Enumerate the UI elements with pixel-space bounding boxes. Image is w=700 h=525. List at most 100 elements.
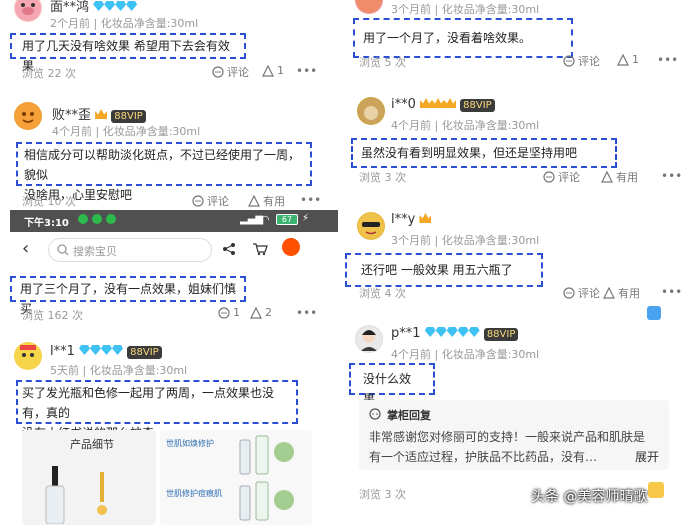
comment-button[interactable]: 评论 bbox=[563, 53, 600, 69]
review-meta: 3个月前 | 化妆品净含量:30ml bbox=[391, 234, 540, 247]
back-arrow-icon[interactable]: ‹ bbox=[22, 238, 29, 259]
app-top-bar: ‹ 搜索宝贝 bbox=[10, 232, 338, 268]
useful-label: 有用 bbox=[263, 195, 285, 208]
comment-button[interactable]: 评论 bbox=[212, 64, 249, 80]
cartoon-avatar-icon bbox=[358, 213, 384, 239]
vip-badge: 88VIP bbox=[111, 110, 146, 123]
product-bottles-icon bbox=[239, 435, 294, 521]
avatar[interactable] bbox=[14, 102, 42, 130]
comment-icon bbox=[192, 195, 204, 207]
like-button[interactable]: 2 bbox=[250, 306, 272, 319]
avatar[interactable] bbox=[14, 0, 42, 22]
comment-label: 评论 bbox=[578, 55, 600, 68]
review-meta: 4个月前 | 化妆品净含量:30ml bbox=[391, 348, 540, 361]
review-meta: 2个月前 | 化妆品净含量:30ml bbox=[50, 17, 199, 30]
crown-icon bbox=[419, 212, 432, 227]
expand-button[interactable]: 展开 bbox=[635, 448, 659, 465]
comment-count: 1 bbox=[233, 306, 240, 319]
comment-icon bbox=[543, 171, 555, 183]
review-meta: 4个月前 | 化妆品净含量:30ml bbox=[391, 119, 540, 132]
view-count: 浏览 3 次 bbox=[359, 171, 406, 184]
more-icon[interactable]: ••• bbox=[657, 53, 678, 67]
comment-label: 评论 bbox=[558, 171, 580, 184]
battery-icon: 67 bbox=[276, 214, 298, 225]
face-avatar-icon bbox=[15, 103, 41, 129]
product-caption: 产品细节 bbox=[70, 438, 114, 451]
comment-label: 评论 bbox=[207, 195, 229, 208]
review-text: 用了一个月了，没看着啥效果。 bbox=[363, 31, 532, 45]
share-icon[interactable] bbox=[222, 242, 236, 256]
search-bar[interactable]: 搜索宝贝 bbox=[48, 238, 212, 262]
triangle-like-icon bbox=[248, 195, 260, 207]
product-detail-image[interactable]: 产品细节 bbox=[22, 430, 156, 525]
reply-text-line: 有一个适应过程，护肤品不比药品，没有… bbox=[369, 450, 598, 464]
review-meta: 4个月前 | 化妆品净含量:30ml bbox=[52, 125, 201, 138]
review-text-box: 还行吧 一般效果 用五六瓶了 bbox=[345, 253, 543, 287]
useful-label: 有用 bbox=[618, 287, 640, 300]
vip-badge: 88VIP bbox=[483, 328, 519, 341]
like-button[interactable]: 1 bbox=[262, 64, 284, 77]
reply-text-line: 非常感谢您对修丽可的支持！一般来说产品和肌肤是 bbox=[369, 430, 646, 444]
floating-badge-icon bbox=[647, 306, 661, 320]
product-label: 世肌如焕修护 bbox=[166, 439, 214, 448]
username: i**0 bbox=[391, 97, 416, 112]
username: p**1 bbox=[391, 326, 421, 341]
review-meta: 5天前 | 化妆品净含量:30ml bbox=[50, 364, 188, 377]
cartoon-avatar-icon bbox=[15, 343, 41, 369]
search-icon bbox=[57, 244, 69, 256]
useful-button[interactable]: 有用 bbox=[601, 169, 638, 185]
product-compare-image[interactable]: 世肌如焕修护 世肌修护痘痕肌 bbox=[160, 430, 312, 525]
useful-button[interactable]: 有用 bbox=[248, 193, 285, 209]
more-icon[interactable]: ••• bbox=[296, 306, 317, 320]
battery-level: 67 bbox=[281, 215, 293, 224]
serum-bottle-icon bbox=[45, 466, 107, 524]
useful-button[interactable]: 有用 bbox=[603, 285, 640, 301]
avatar[interactable] bbox=[355, 325, 383, 353]
comment-button[interactable]: 1 bbox=[218, 306, 240, 319]
more-menu-icon[interactable] bbox=[282, 238, 300, 256]
search-placeholder: 搜索宝贝 bbox=[73, 245, 117, 258]
comment-button[interactable]: 评论 bbox=[563, 285, 600, 301]
more-icon[interactable]: ••• bbox=[661, 169, 682, 183]
view-count: 浏览 10 次 bbox=[22, 195, 76, 208]
review-text-box: 用了几天没有啥效果 希望用下去会有效果 bbox=[10, 33, 246, 73]
level-gems-icon bbox=[79, 344, 124, 359]
username: l**y bbox=[391, 212, 416, 227]
avatar[interactable] bbox=[357, 212, 385, 240]
girl-avatar-icon bbox=[356, 326, 382, 352]
triangle-like-icon bbox=[603, 287, 615, 299]
crown-icon bbox=[95, 108, 108, 123]
more-icon[interactable]: ••• bbox=[296, 64, 317, 78]
seller-reply-box: 掌柜回复 非常感谢您对修丽可的支持！一般来说产品和肌肤是 有一个适应过程，护肤品… bbox=[359, 400, 669, 470]
cart-icon[interactable] bbox=[252, 242, 268, 256]
charging-icon: ⚡ bbox=[302, 213, 310, 224]
more-icon[interactable]: ••• bbox=[300, 193, 321, 207]
phone-status-bar: 下午3:10 ▂▄▆ ◠ 67 ⚡ bbox=[10, 210, 338, 232]
avatar[interactable] bbox=[14, 342, 42, 370]
pig-avatar-icon bbox=[15, 0, 41, 21]
crown-icon bbox=[420, 97, 457, 112]
floating-badge-icon[interactable] bbox=[648, 482, 664, 498]
triangle-like-icon bbox=[262, 64, 274, 77]
like-count: 1 bbox=[277, 64, 284, 77]
reply-chat-icon bbox=[369, 408, 381, 420]
avatar[interactable] bbox=[357, 97, 385, 125]
triangle-like-icon bbox=[617, 53, 629, 66]
watermark: 头条 @美容师晴歌 bbox=[531, 489, 648, 505]
avatar[interactable] bbox=[355, 0, 383, 14]
view-count: 浏览 3 次 bbox=[359, 488, 406, 501]
wechat-icon bbox=[78, 214, 88, 224]
cartoon-avatar-icon bbox=[356, 0, 382, 13]
review-text-box: 用了三个月了，没有一点效果，姐妹们慎买 bbox=[10, 276, 246, 316]
review-text-box: 相信成分可以帮助淡化斑点，不过已经使用了一周，貌似 没啥用，心里安慰吧 bbox=[16, 142, 312, 202]
review-text: 还行吧 一般效果 用五六瓶了 bbox=[361, 263, 513, 277]
comment-button[interactable]: 评论 bbox=[543, 169, 580, 185]
triangle-like-icon bbox=[250, 306, 262, 319]
status-time: 下午3:10 bbox=[24, 218, 69, 229]
like-button[interactable]: 1 bbox=[617, 53, 639, 66]
more-icon[interactable]: ••• bbox=[661, 285, 682, 299]
review-text: 虽然没有看到明显效果，但还是坚持用吧 bbox=[361, 146, 578, 160]
username: l**1 bbox=[50, 344, 75, 359]
wechat-icon bbox=[92, 214, 102, 224]
comment-button[interactable]: 评论 bbox=[192, 193, 229, 209]
